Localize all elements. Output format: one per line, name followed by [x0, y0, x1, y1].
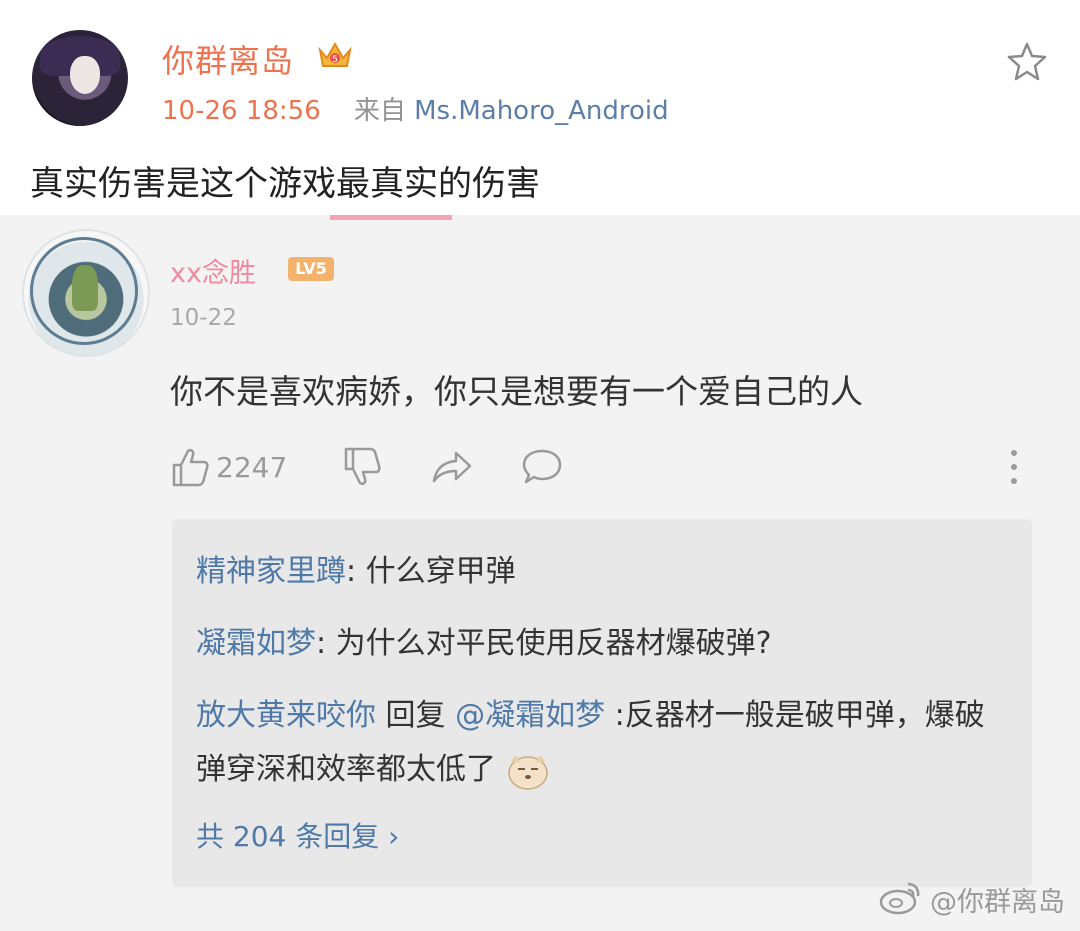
- thumbs-up-icon[interactable]: [170, 445, 210, 489]
- avatar-plant: [72, 265, 98, 311]
- post-header: 你群离岛 5 10-26 18:56 来自 Ms.Mahoro_Android …: [0, 0, 1080, 215]
- comment-text: 你不是喜欢病娇，你只是想要有一个爱自己的人: [170, 372, 863, 411]
- reply-author[interactable]: 凝霜如梦: [196, 626, 316, 661]
- post-meta: 10-26 18:56 来自 Ms.Mahoro_Android: [162, 90, 669, 127]
- reply-mention[interactable]: @凝霜如梦: [455, 698, 605, 733]
- replies-box: 精神家里蹲: 什么穿甲弹 凝霜如梦: 为什么对平民使用反器材爆破弹? 放大黄来咬…: [172, 519, 1032, 887]
- post-time: 10-26 18:56: [162, 96, 321, 126]
- reply-text: : 为什么对平民使用反器材爆破弹?: [316, 626, 772, 661]
- thumbs-down-icon[interactable]: [342, 445, 382, 489]
- avatar-face: [70, 56, 100, 94]
- level-badge: LV5: [288, 257, 334, 281]
- source-prefix: 来自: [353, 96, 406, 126]
- reply-author[interactable]: 精神家里蹲: [196, 554, 346, 589]
- crown-icon: 5: [318, 41, 352, 67]
- reply-middle: 回复: [376, 698, 456, 733]
- share-icon[interactable]: [430, 445, 474, 489]
- reply-item: 精神家里蹲: 什么穿甲弹: [196, 545, 516, 599]
- more-options-icon[interactable]: [1004, 445, 1024, 489]
- embedded-comment-screenshot: xx念胜 LV5 10-22 你不是喜欢病娇，你只是想要有一个爱自己的人 224…: [0, 215, 1080, 931]
- comment-icon[interactable]: [520, 445, 564, 489]
- user-avatar[interactable]: [32, 30, 128, 126]
- post-username[interactable]: 你群离岛: [162, 36, 294, 82]
- commenter-name[interactable]: xx念胜: [170, 251, 256, 290]
- watermark-text: @你群离岛: [930, 887, 1065, 918]
- pink-bar: [330, 215, 452, 220]
- star-favorite-icon[interactable]: [1005, 40, 1049, 84]
- post-source[interactable]: Ms.Mahoro_Android: [414, 96, 669, 126]
- like-count: 2247: [216, 451, 288, 484]
- post-text: 真实伤害是这个游戏最真实的伤害: [30, 164, 540, 204]
- comment-date: 10-22: [170, 305, 237, 331]
- reply-text: : 什么穿甲弹: [346, 554, 516, 589]
- commenter-avatar[interactable]: [22, 229, 150, 357]
- view-all-replies-link[interactable]: 共 204 条回复 ›: [196, 815, 399, 855]
- reply-item: 凝霜如梦: 为什么对平民使用反器材爆破弹?: [196, 617, 772, 671]
- svg-text:5: 5: [332, 55, 338, 65]
- reply-item: 放大黄来咬你 回复 @凝霜如梦 :反器材一般是破甲弹，爆破弹穿深和效率都太低了: [196, 689, 996, 797]
- comment-actions: 2247: [170, 445, 1050, 489]
- weibo-logo-icon: [879, 882, 920, 915]
- reply-author[interactable]: 放大黄来咬你: [196, 698, 376, 733]
- dog-face-emoji-icon: [507, 754, 548, 790]
